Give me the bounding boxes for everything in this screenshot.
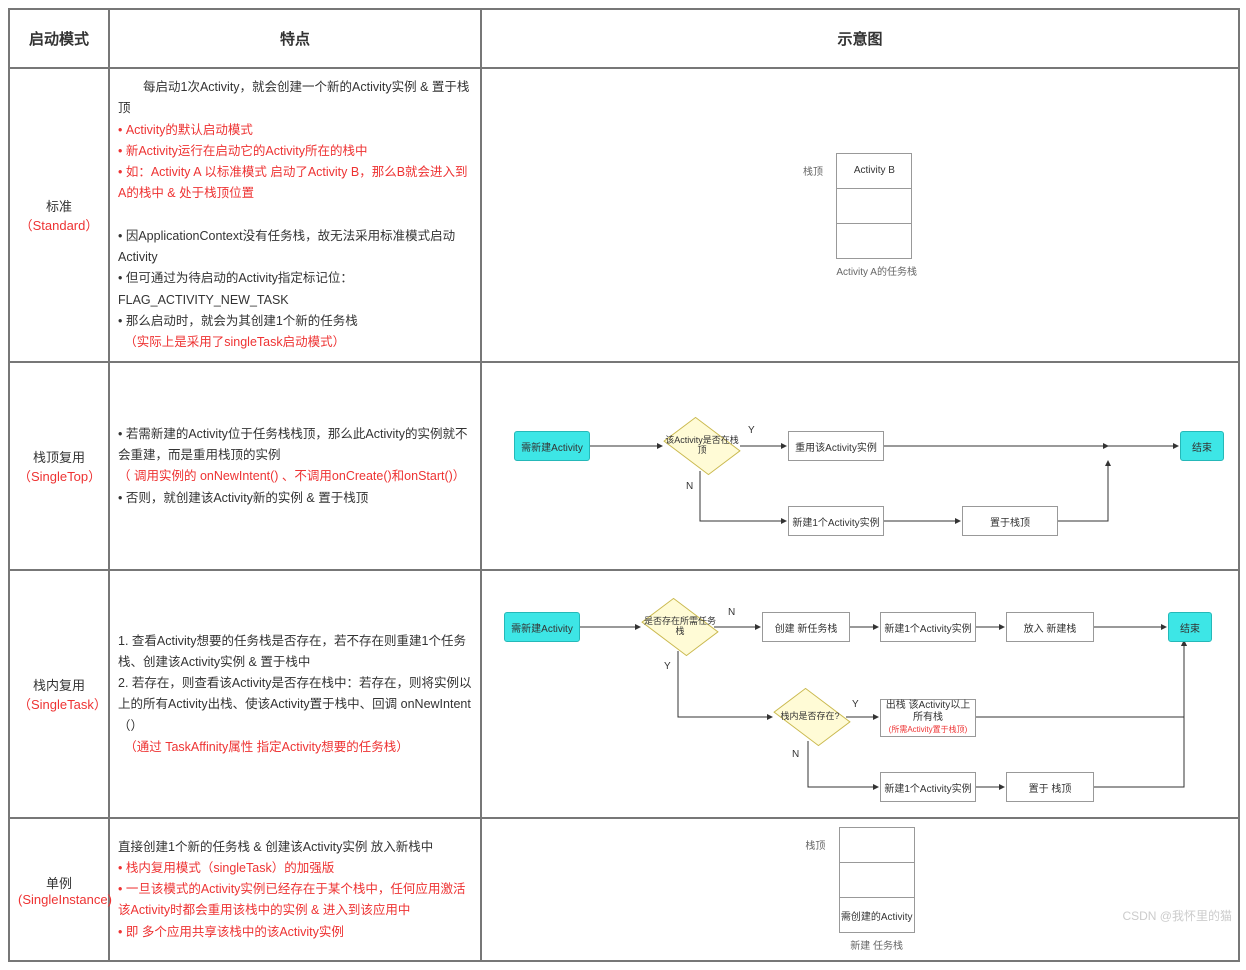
std-stack-box-bot — [836, 223, 912, 259]
features-standard: 每启动1次Activity，就会创建一个新的Activity实例 & 置于栈顶 … — [109, 68, 481, 362]
std-r2: • 新Activity运行在启动它的Activity所在的栈中 — [118, 144, 368, 158]
mode-singletop: 栈顶复用 （SingleTop） — [9, 362, 109, 570]
row-singletop: 栈顶复用 （SingleTop） • 若需新建的Activity位于任务栈栈顶，… — [9, 362, 1239, 570]
top-y: Y — [748, 425, 755, 436]
inst-l1: 直接创建1个新的任务栈 & 创建该Activity实例 放入新栈中 — [118, 840, 433, 854]
top-r1: （ 调用实例的 onNewIntent() 、不调用onCreate()和onS… — [118, 469, 465, 483]
header-mode: 启动模式 — [9, 9, 109, 68]
task-flow-arrows — [490, 579, 1230, 809]
task-push: 放入 新建栈 — [1006, 612, 1094, 642]
std-l3: • 但可通过为待启动的Activity指定标记位：FLAG_ACTIVITY_N… — [118, 271, 353, 306]
task-l2: 2. 若存在，则查看该Activity是否存在栈中：若存在，则将实例以上的所有A… — [118, 676, 472, 733]
header-row: 启动模式 特点 示意图 — [9, 9, 1239, 68]
top-n: N — [686, 481, 693, 492]
mode-singletask: 栈内复用 （SingleTask） — [9, 570, 109, 818]
std-r1: • Activity的默认启动模式 — [118, 123, 253, 137]
diagram-singleinstance: 栈顶 需创建的Activity 新建 任务栈 — [481, 818, 1239, 961]
task-n2: N — [792, 749, 799, 760]
features-singletop: • 若需新建的Activity位于任务栈栈顶，那么此Activity的实例就不会… — [109, 362, 481, 570]
inst-r1: • 栈内复用模式（singleTask）的加强版 — [118, 861, 334, 875]
row-standard: 标准 （Standard） 每启动1次Activity，就会创建一个新的Acti… — [9, 68, 1239, 362]
mode-standard-en: （Standard） — [20, 218, 99, 233]
top-l2: • 否则，就创建该Activity新的实例 & 置于栈顶 — [118, 491, 368, 505]
std-stack-top-label: 栈顶 — [803, 163, 823, 178]
top-place: 置于栈顶 — [962, 506, 1058, 536]
task-start: 需新建Activity — [504, 612, 580, 642]
header-features: 特点 — [109, 9, 481, 68]
task-pop: 出栈 该Activity以上所有栈 (所需Activity置于栈顶) — [880, 699, 976, 737]
diagram-singletask: 需新建Activity 是否存在所需任务栈 N Y 创建 新任务栈 新建1个Ac… — [481, 570, 1239, 818]
task-newinst2: 新建1个Activity实例 — [880, 772, 976, 802]
top-end: 结束 — [1180, 431, 1224, 461]
launch-mode-table: 启动模式 特点 示意图 标准 （Standard） 每启动1次Activity，… — [8, 8, 1240, 962]
std-stack: Activity B Activity A的任务栈 — [836, 153, 917, 278]
task-end: 结束 — [1168, 612, 1212, 642]
inst-stack: 需创建的Activity 新建 任务栈 — [839, 827, 915, 952]
inst-stack-box-bot: 需创建的Activity — [839, 897, 915, 933]
mode-standard-name: 标准 — [46, 199, 72, 214]
task-diamond1: 是否存在所需任务栈 — [640, 597, 720, 657]
task-pop-note: (所需Activity置于栈顶) — [889, 725, 968, 734]
features-singletask: 1. 查看Activity想要的任务栈是否存在，若不存在则重建1个任务栈、创建该… — [109, 570, 481, 818]
diagram-standard: 栈顶 Activity B Activity A的任务栈 — [481, 68, 1239, 362]
std-l4: • 那么启动时，就会为其创建1个新的任务栈 — [118, 314, 358, 328]
watermark: CSDN @我怀里的猫 — [1122, 907, 1232, 924]
mode-singleinstance: 单例 (SingleInstance) — [9, 818, 109, 961]
task-pop-text: 出栈 该Activity以上所有栈 — [886, 700, 970, 723]
top-start: 需新建Activity — [514, 431, 590, 461]
task-newstack: 创建 新任务栈 — [762, 612, 850, 642]
mode-standard: 标准 （Standard） — [9, 68, 109, 362]
top-l1: • 若需新建的Activity位于任务栈栈顶，那么此Activity的实例就不会… — [118, 427, 468, 462]
row-singleinstance: 单例 (SingleInstance) 直接创建1个新的任务栈 & 创建该Act… — [9, 818, 1239, 961]
inst-r2: • 一旦该模式的Activity实例已经存在于某个栈中，任何应用激活该Activ… — [118, 882, 465, 917]
header-diagram: 示意图 — [481, 9, 1239, 68]
mode-singletask-en: （SingleTask） — [18, 697, 107, 712]
std-stack-box-mid — [836, 188, 912, 224]
task-y1: Y — [664, 661, 671, 672]
std-stack-caption: Activity A的任务栈 — [836, 263, 917, 278]
features-singleinstance: 直接创建1个新的任务栈 & 创建该Activity实例 放入新栈中 • 栈内复用… — [109, 818, 481, 961]
std-r4: （实际上是采用了singleTask启动模式） — [118, 335, 345, 349]
std-l1: 每启动1次Activity，就会创建一个新的Activity实例 & 置于栈顶 — [118, 80, 469, 115]
diagram-singletop: 需新建Activity 该Activity是否在栈顶 Y N 重用该Activi… — [481, 362, 1239, 570]
mode-singleinstance-en: (SingleInstance) — [18, 892, 112, 907]
inst-stack-top-label: 栈顶 — [805, 837, 825, 852]
task-newinst: 新建1个Activity实例 — [880, 612, 976, 642]
task-n1: N — [728, 607, 735, 618]
mode-singletop-en: （SingleTop） — [18, 469, 101, 484]
task-l1: 1. 查看Activity想要的任务栈是否存在，若不存在则重建1个任务栈、创建该… — [118, 634, 466, 669]
std-r3: • 如：Activity A 以标准模式 启动了Activity B，那么B就会… — [118, 165, 468, 200]
mode-singleinstance-name: 单例 — [46, 876, 72, 891]
task-y2: Y — [852, 699, 859, 710]
mode-singletop-name: 栈顶复用 — [33, 450, 85, 465]
row-singletask: 栈内复用 （SingleTask） 1. 查看Activity想要的任务栈是否存… — [9, 570, 1239, 818]
inst-stack-box-mid — [839, 862, 915, 898]
top-reuse: 重用该Activity实例 — [788, 431, 884, 461]
std-l2: • 因ApplicationContext没有任务栈，故无法采用标准模式启动Ac… — [118, 229, 455, 264]
task-diamond2: 栈内是否存在? — [772, 687, 848, 747]
task-place: 置于 栈顶 — [1006, 772, 1094, 802]
task-r1: （通过 TaskAffinity属性 指定Activity想要的任务栈） — [118, 740, 409, 754]
top-diamond: 该Activity是否在栈顶 — [662, 416, 742, 476]
top-create: 新建1个Activity实例 — [788, 506, 884, 536]
mode-singletask-name: 栈内复用 — [33, 678, 85, 693]
inst-stack-box-top — [839, 827, 915, 863]
std-stack-box-top: Activity B — [836, 153, 912, 189]
inst-stack-caption: 新建 任务栈 — [839, 937, 915, 952]
